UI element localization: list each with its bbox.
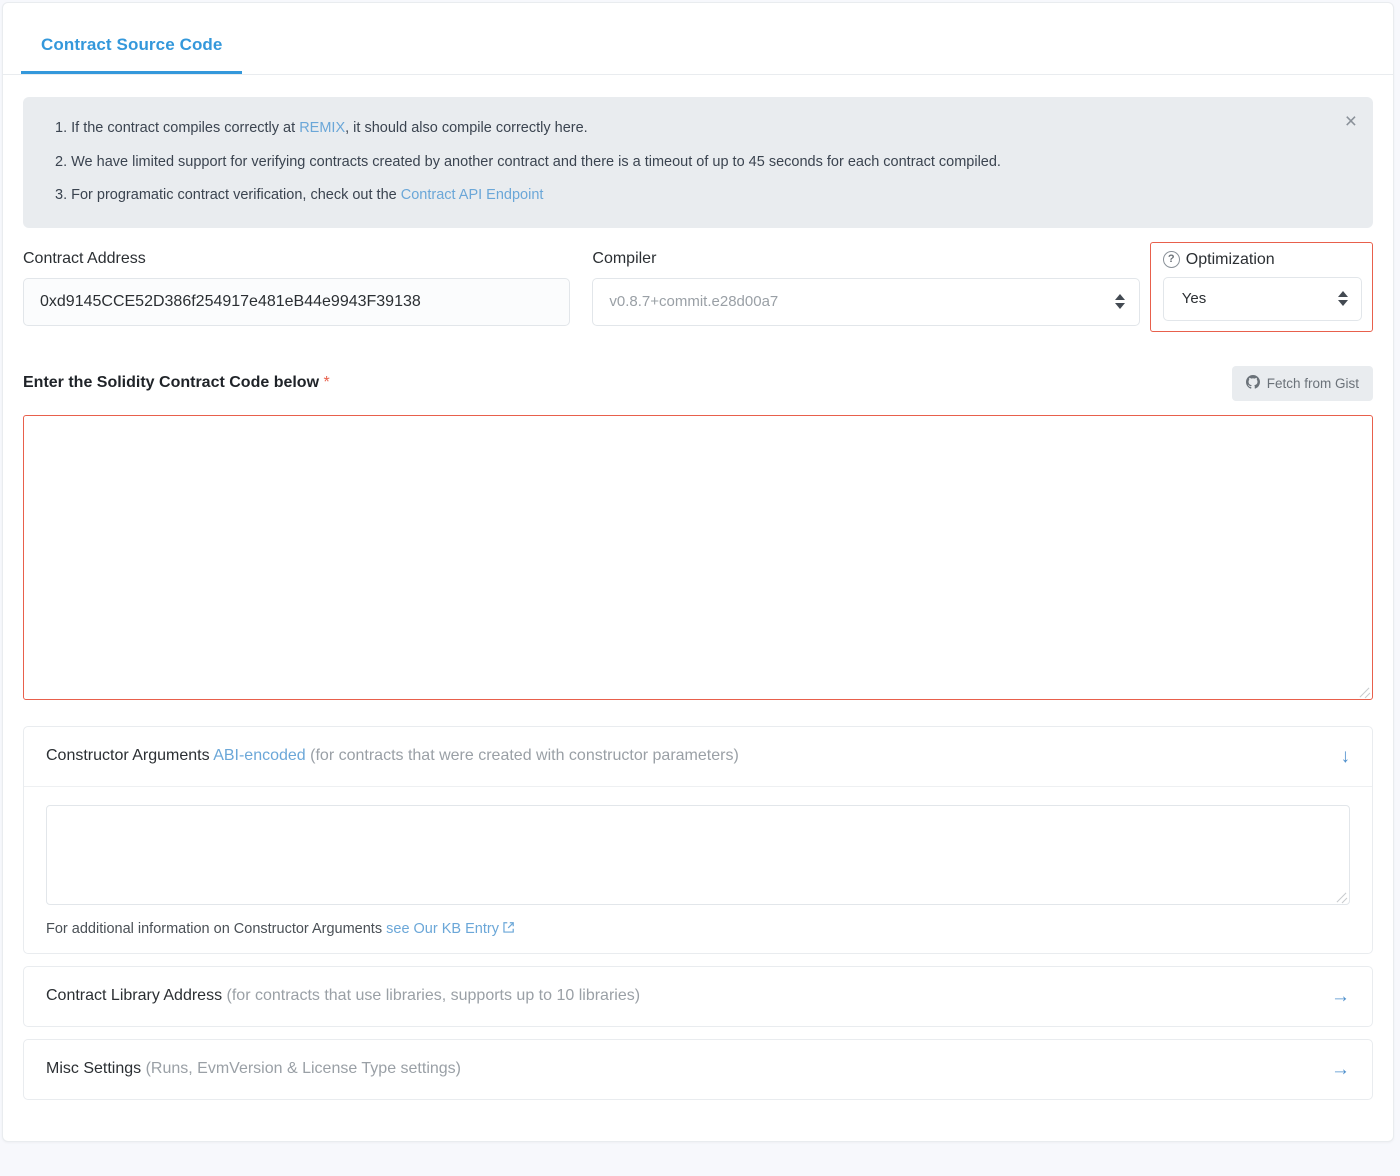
- panel-constructor-arguments-body: For additional information on Constructo…: [24, 787, 1372, 953]
- notice-line-2-number: 2.: [55, 153, 72, 170]
- chevron-updown-icon: [1337, 290, 1348, 308]
- notice-line-1-pre: If the contract compiles correctly at: [71, 120, 300, 136]
- notice-wrapper: × 1. If the contract compiles correctly …: [3, 75, 1393, 228]
- panel-contract-library-address-header[interactable]: Contract Library Address (for contracts …: [24, 967, 1372, 1026]
- panel-constructor-arguments-header[interactable]: Constructor Arguments ABI-encoded (for c…: [24, 727, 1372, 787]
- compiler-label: Compiler: [592, 249, 657, 267]
- fetch-from-gist-button[interactable]: Fetch from Gist: [1231, 365, 1373, 401]
- arrow-right-icon[interactable]: →: [1331, 1060, 1350, 1079]
- contract-address-label: Contract Address: [23, 249, 146, 267]
- tab-bar: Contract Source Code: [3, 3, 1393, 75]
- github-icon: [1245, 374, 1260, 392]
- remix-link[interactable]: REMIX: [299, 120, 345, 136]
- notice-line-3-pre: For programatic contract verification, c…: [71, 187, 401, 204]
- notice-line-2: 2. We have limited support for verifying…: [55, 153, 1329, 173]
- info-notice: × 1. If the contract compiles correctly …: [23, 97, 1373, 228]
- panel-constructor-arguments-title: Constructor Arguments ABI-encoded (for c…: [46, 747, 739, 765]
- notice-line-3-number: 3.: [55, 187, 72, 204]
- optimization-select[interactable]: Yes: [1162, 276, 1362, 321]
- fetch-from-gist-label: Fetch from Gist: [1266, 375, 1359, 391]
- code-section-label-text: Enter the Solidity Contract Code below: [23, 374, 320, 392]
- arrow-right-icon[interactable]: →: [1331, 987, 1350, 1006]
- accordion-panels: Constructor Arguments ABI-encoded (for c…: [3, 700, 1393, 1120]
- panel-misc-settings-header[interactable]: Misc Settings (Runs, EvmVersion & Licens…: [24, 1040, 1372, 1099]
- panel-title-text: Misc Settings: [46, 1060, 142, 1078]
- panel-title-text: Contract Library Address: [46, 987, 223, 1005]
- code-textarea-wrapper: [3, 401, 1393, 700]
- panel-title-text: Constructor Arguments: [46, 747, 210, 765]
- chevron-updown-icon: [1115, 293, 1126, 311]
- panel-hint: (for contracts that use libraries, suppo…: [226, 987, 641, 1005]
- notice-line-1-number: 1.: [55, 120, 72, 136]
- compiler-selected-value: v0.8.7+commit.e28d00a7: [609, 293, 779, 311]
- close-icon[interactable]: ×: [1345, 111, 1357, 132]
- panel-hint: (Runs, EvmVersion & License Type setting…: [145, 1060, 461, 1078]
- panel-contract-library-address: Contract Library Address (for contracts …: [23, 965, 1373, 1027]
- panel-misc-settings-title: Misc Settings (Runs, EvmVersion & Licens…: [46, 1060, 461, 1078]
- panel-contract-library-address-title: Contract Library Address (for contracts …: [46, 987, 640, 1005]
- optimization-group: ? Optimization Yes: [1149, 241, 1373, 332]
- notice-line-3: 3. For programatic contract verification…: [55, 186, 1329, 206]
- compiler-select[interactable]: v0.8.7+commit.e28d00a7: [592, 277, 1140, 326]
- panel-hint: (for contracts that were created with co…: [310, 747, 739, 765]
- panel-misc-settings: Misc Settings (Runs, EvmVersion & Licens…: [23, 1038, 1373, 1100]
- question-circle-icon[interactable]: ?: [1162, 251, 1180, 269]
- constructor-note-text: For additional information on Constructo…: [46, 920, 387, 937]
- notice-line-1: 1. If the contract compiles correctly at…: [55, 119, 1329, 139]
- solidity-code-textarea[interactable]: [23, 414, 1373, 700]
- form-row: Contract Address 0xd9145CCE52D386f254917…: [3, 228, 1393, 340]
- code-section-label: Enter the Solidity Contract Code below *: [23, 374, 330, 392]
- external-link-icon: [502, 921, 515, 934]
- optimization-label: Optimization: [1185, 250, 1275, 268]
- code-section-header: Enter the Solidity Contract Code below *…: [3, 340, 1393, 401]
- constructor-arguments-textarea[interactable]: [46, 804, 1350, 905]
- kb-entry-link[interactable]: see Our KB Entry: [386, 921, 499, 937]
- contract-api-endpoint-link[interactable]: Contract API Endpoint: [401, 187, 544, 203]
- notice-line-1-post: , it should also compile correctly here.: [345, 120, 588, 136]
- optimization-label-row: ? Optimization: [1162, 250, 1362, 269]
- required-marker: *: [323, 374, 330, 392]
- panel-constructor-arguments: Constructor Arguments ABI-encoded (for c…: [23, 725, 1373, 954]
- arrow-down-icon[interactable]: ↓: [1341, 747, 1351, 766]
- resize-handle-icon[interactable]: [1357, 684, 1370, 697]
- resize-handle-icon[interactable]: [1334, 889, 1347, 902]
- compiler-group: Compiler v0.8.7+commit.e28d00a7: [592, 249, 1140, 326]
- abi-encoded-link[interactable]: ABI-encoded: [213, 747, 306, 764]
- tab-contract-source-code[interactable]: Contract Source Code: [21, 35, 243, 74]
- notice-line-2-text: We have limited support for verifying co…: [71, 153, 1001, 170]
- contract-address-group: Contract Address 0xd9145CCE52D386f254917…: [23, 249, 571, 326]
- contract-address-input[interactable]: 0xd9145CCE52D386f254917e481eB44e9943F391…: [23, 277, 571, 326]
- page-root: Contract Source Code × 1. If the contrac…: [0, 0, 1400, 1176]
- contract-verify-card: Contract Source Code × 1. If the contrac…: [2, 2, 1394, 1142]
- optimization-selected-value: Yes: [1181, 290, 1207, 308]
- constructor-arguments-note: For additional information on Constructo…: [46, 921, 1350, 937]
